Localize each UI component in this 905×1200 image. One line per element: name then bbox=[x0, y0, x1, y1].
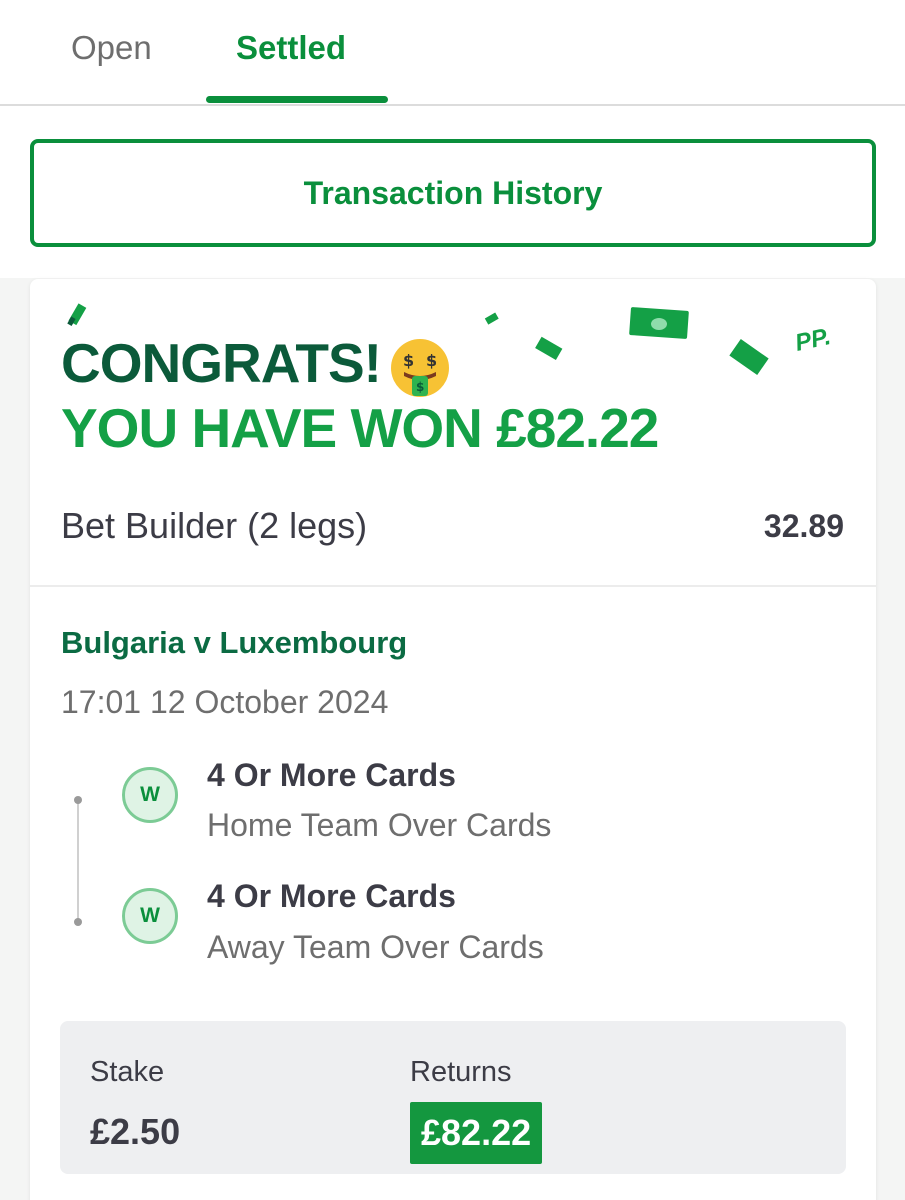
tab-open[interactable]: Open bbox=[71, 28, 152, 68]
money-mouth-face-icon: $ $ $ bbox=[391, 339, 449, 397]
congrats-heading: CONGRATS! bbox=[61, 332, 382, 394]
leg-subtitle: Away Team Over Cards bbox=[207, 929, 544, 965]
leg-subtitle: Home Team Over Cards bbox=[207, 807, 552, 843]
event-datetime: 17:01 12 October 2024 bbox=[61, 684, 389, 720]
timeline-dot bbox=[74, 918, 82, 926]
bet-type-title: Bet Builder (2 legs) bbox=[61, 505, 368, 546]
stake-label: Stake bbox=[90, 1056, 165, 1088]
divider bbox=[30, 585, 876, 587]
leg-result-badge: W bbox=[122, 767, 178, 823]
leg-title: 4 Or More Cards bbox=[207, 878, 456, 914]
returns-value: £82.22 bbox=[410, 1102, 543, 1164]
bet-odds: 32.89 bbox=[763, 508, 844, 544]
legs-timeline bbox=[77, 800, 79, 922]
bet-tabs: Open Settled bbox=[0, 0, 905, 106]
svg-text:$: $ bbox=[426, 351, 437, 370]
winnings-heading: YOU HAVE WON £82.22 bbox=[61, 397, 659, 459]
returns-label: Returns bbox=[410, 1056, 512, 1088]
transaction-history-button[interactable]: Transaction History bbox=[30, 139, 876, 247]
svg-text:$: $ bbox=[416, 380, 424, 394]
leg-title: 4 Or More Cards bbox=[207, 757, 456, 793]
active-tab-indicator bbox=[206, 96, 388, 103]
leg-result-badge: W bbox=[122, 888, 178, 944]
timeline-dot bbox=[74, 796, 82, 804]
tab-settled[interactable]: Settled bbox=[236, 28, 346, 68]
svg-text:$: $ bbox=[403, 351, 414, 370]
stake-value: £2.50 bbox=[90, 1111, 181, 1152]
event-name[interactable]: Bulgaria v Luxembourg bbox=[61, 624, 407, 662]
